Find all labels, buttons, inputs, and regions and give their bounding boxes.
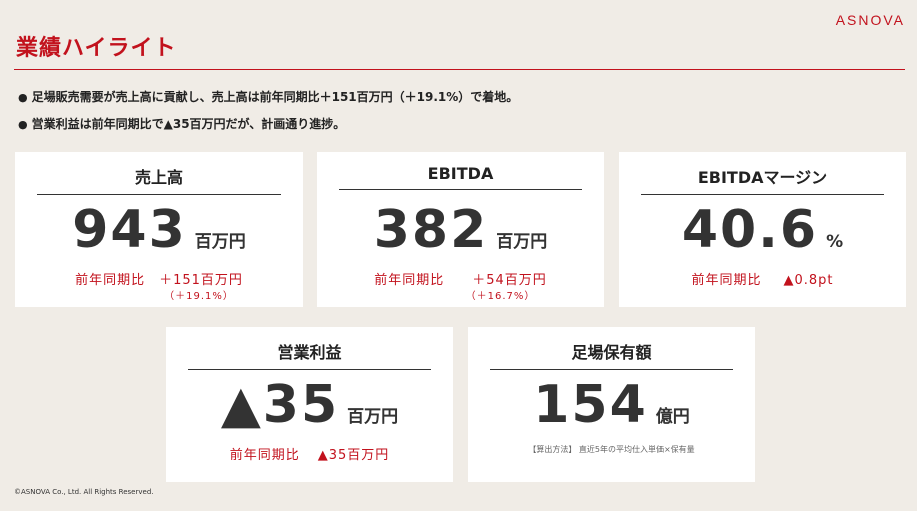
copyright: ©ASNOVA Co., Ltd. All Rights Reserved. <box>14 488 154 496</box>
card-ebitda: EBITDA 382 百万円 前年同期比 ＋54百万円 （＋16.7%） <box>317 152 604 307</box>
card-sales: 売上高 943 百万円 前年同期比 ＋151百万円 （＋19.1%） <box>15 152 303 307</box>
card-label: 営業利益 <box>188 339 431 370</box>
card-unit: 百万円 <box>496 232 548 252</box>
card-compare: 前年同期比 ＋54百万円 <box>317 269 604 288</box>
compare-percent: （＋19.1%） <box>164 291 234 302</box>
bullet-dot-icon: ● <box>18 118 28 131</box>
compare-label: 前年同期比 <box>75 273 146 288</box>
compare-percent: （＋16.7%） <box>465 291 536 302</box>
card-value: 943 <box>72 200 187 260</box>
title-divider <box>14 69 905 70</box>
card-value: 154 <box>533 375 648 435</box>
bullet-item: ● 足場販売需要が売上高に貢献し、売上高は前年同期比＋151百万円（＋19.1%）… <box>18 89 518 106</box>
compare-value: ＋54百万円 <box>472 273 547 288</box>
card-compare: 前年同期比 ▲0.8pt <box>619 269 906 288</box>
compare-value: ＋151百万円 <box>159 273 243 288</box>
card-label: 足場保有額 <box>490 339 733 370</box>
card-value: 382 <box>373 200 489 260</box>
card-unit: 百万円 <box>347 407 399 427</box>
bullet-dot-icon: ● <box>18 91 28 104</box>
bullet-text: 営業利益は前年同期比で▲35百万円だが、計画通り進捗。 <box>31 117 346 131</box>
brand-logo: ASNOVA <box>835 12 905 28</box>
card-label: 売上高 <box>37 164 281 195</box>
card-compare: 前年同期比 ＋151百万円 <box>15 269 303 288</box>
card-compare: 前年同期比 ▲35百万円 <box>166 444 453 463</box>
card-unit: 億円 <box>655 407 690 427</box>
card-label: EBITDAマージン <box>641 164 884 195</box>
summary-bullets: ● 足場販売需要が売上高に貢献し、売上高は前年同期比＋151百万円（＋19.1%）… <box>18 89 518 143</box>
compare-value: ▲35百万円 <box>317 448 390 463</box>
compare-label: 前年同期比 <box>229 448 300 463</box>
compare-label: 前年同期比 <box>374 273 445 288</box>
card-operating-profit: 営業利益 ▲35 百万円 前年同期比 ▲35百万円 <box>166 327 453 482</box>
card-value: 40.6 <box>681 200 819 260</box>
card-label: EBITDA <box>339 164 582 190</box>
bullet-text: 足場販売需要が売上高に貢献し、売上高は前年同期比＋151百万円（＋19.1%）で… <box>31 90 519 104</box>
card-unit: 百万円 <box>194 232 246 252</box>
compare-value: ▲0.8pt <box>783 273 834 288</box>
page-title: 業績ハイライト <box>16 36 177 61</box>
card-value: ▲35 <box>220 375 340 435</box>
calc-method-note: 【算出方法】 直近5年の平均仕入単価×保有量 <box>528 445 695 454</box>
card-scaffold-holdings: 足場保有額 154 億円 【算出方法】 直近5年の平均仕入単価×保有量 <box>468 327 755 482</box>
bullet-item: ● 営業利益は前年同期比で▲35百万円だが、計画通り進捗。 <box>18 116 518 133</box>
card-unit: % <box>826 232 844 252</box>
compare-label: 前年同期比 <box>691 273 762 288</box>
card-ebitda-margin: EBITDAマージン 40.6% 前年同期比 ▲0.8pt <box>619 152 906 307</box>
